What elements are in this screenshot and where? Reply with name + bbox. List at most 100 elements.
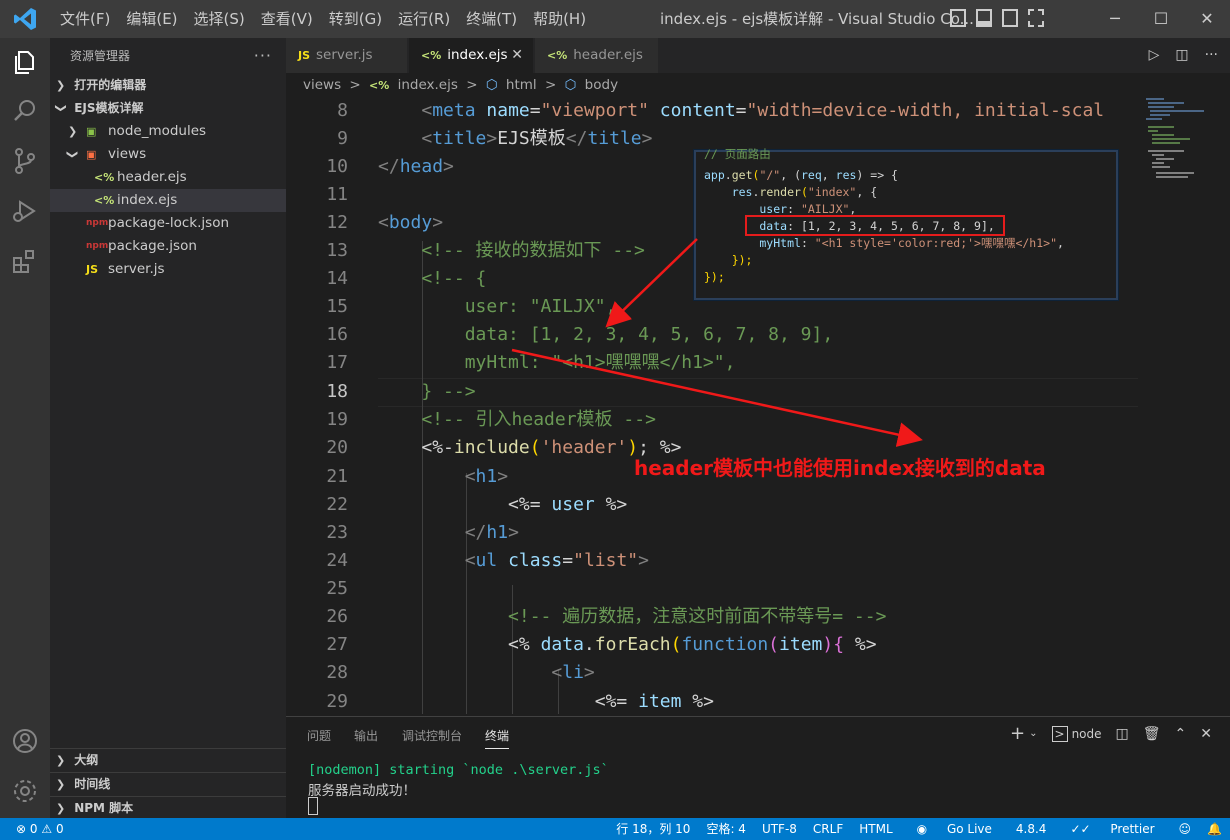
- explorer-header: 资源管理器 ···: [50, 38, 286, 74]
- code-token: (: [768, 634, 780, 655]
- code-token: render: [759, 185, 801, 199]
- breadcrumb-html[interactable]: html: [506, 77, 537, 93]
- breadcrumb-file[interactable]: index.ejs: [398, 77, 458, 93]
- code-token: h1: [475, 466, 498, 487]
- tab-server-js[interactable]: JS server.js: [286, 38, 408, 73]
- code-token: ,: [1057, 236, 1064, 250]
- tab-header-ejs[interactable]: <% header.ejs: [535, 38, 659, 73]
- split-editor-icon[interactable]: ◫: [1175, 38, 1188, 73]
- tree-item-package-json[interactable]: npm package.json: [50, 235, 286, 258]
- chevron-down-icon[interactable]: ⌄: [1029, 728, 1037, 739]
- tree-item-node-modules[interactable]: ❯ ▣ node_modules: [50, 120, 286, 143]
- indentation[interactable]: 空格: 4: [698, 818, 754, 840]
- tree-item-views[interactable]: ❯ ▣ views: [50, 143, 286, 166]
- tab-output[interactable]: 输出: [354, 727, 378, 744]
- source-control-icon[interactable]: [10, 146, 40, 176]
- tree-item-server-js[interactable]: JS server.js: [50, 258, 286, 281]
- tab-label: server.js: [316, 47, 373, 63]
- code-token: >: [638, 550, 649, 571]
- code-token: .: [724, 168, 732, 182]
- timeline-section[interactable]: ❯ 时间线: [50, 772, 286, 796]
- tree-item-package-lock[interactable]: npm package-lock.json: [50, 212, 286, 235]
- code-token: "viewport": [540, 100, 649, 121]
- code-token: %>: [594, 494, 628, 515]
- menu-view[interactable]: 查看(V): [253, 0, 321, 38]
- tab-debug-console[interactable]: 调试控制台: [402, 727, 462, 744]
- menu-edit[interactable]: 编辑(E): [118, 0, 185, 38]
- trash-icon[interactable]: 🗑: [1143, 726, 1161, 742]
- extensions-icon[interactable]: [10, 246, 40, 276]
- tree-item-header-ejs[interactable]: <% header.ejs: [50, 166, 286, 189]
- tree-item-index-ejs[interactable]: <% index.ejs: [50, 189, 286, 212]
- line-number: 27: [326, 634, 348, 655]
- new-terminal-icon[interactable]: +: [1010, 723, 1025, 744]
- project-section[interactable]: ❯ EJS模板详解: [50, 97, 286, 120]
- code-token: , {: [856, 185, 878, 199]
- npm-scripts-section[interactable]: ❯ NPM 脚本: [50, 796, 286, 820]
- menu-terminal[interactable]: 终端(T): [458, 0, 525, 38]
- tree-item-label: index.ejs: [117, 192, 178, 208]
- account-icon[interactable]: [10, 726, 40, 756]
- customize-layout-icon[interactable]: [1028, 9, 1044, 27]
- manage-gear-icon[interactable]: [10, 776, 40, 806]
- outline-section[interactable]: ❯ 大纲: [50, 748, 286, 772]
- open-editors-section[interactable]: ❯ 打开的编辑器: [50, 74, 286, 97]
- vertical-scrollbar[interactable]: [1220, 97, 1230, 714]
- ejs-file-icon: <%: [369, 79, 390, 92]
- toggle-panel-icon[interactable]: [976, 9, 992, 27]
- snippet-line-1: app.get("/", (req, res) => {: [704, 167, 898, 184]
- menu-selection[interactable]: 选择(S): [186, 0, 253, 38]
- prettier-button[interactable]: ✓✓ Prettier: [1054, 818, 1170, 840]
- end-of-line[interactable]: CRLF: [805, 818, 851, 840]
- feedback-icon[interactable]: ☺: [1171, 818, 1200, 840]
- explorer-icon[interactable]: [10, 48, 40, 78]
- toggle-secondary-sidebar-icon[interactable]: [1002, 9, 1018, 27]
- tab-terminal[interactable]: 终端: [485, 727, 510, 749]
- go-live-button[interactable]: ◉ Go Live: [901, 818, 1008, 840]
- layout-controls: [950, 9, 1044, 27]
- tree-item-label: views: [108, 146, 147, 162]
- more-actions-icon[interactable]: ···: [254, 38, 272, 74]
- run-play-icon[interactable]: ▷: [1149, 38, 1160, 73]
- menu-file[interactable]: 文件(F): [52, 0, 118, 38]
- explorer-title: 资源管理器: [70, 49, 131, 63]
- code-token: ){: [822, 634, 845, 655]
- minimize-button[interactable]: ─: [1092, 0, 1138, 38]
- close-panel-icon[interactable]: ✕: [1200, 726, 1212, 742]
- encoding[interactable]: UTF-8: [754, 818, 805, 840]
- menu-help[interactable]: 帮助(H): [525, 0, 594, 38]
- toggle-primary-sidebar-icon[interactable]: [950, 9, 966, 27]
- language-mode[interactable]: HTML: [851, 818, 900, 840]
- terminal-shell-name[interactable]: node: [1072, 727, 1102, 741]
- code-token: "list": [573, 550, 639, 571]
- code-token: res: [835, 168, 857, 182]
- notifications-bell-icon[interactable]: 🔔: [1199, 818, 1230, 840]
- maximize-button[interactable]: ☐: [1138, 0, 1184, 38]
- split-terminal-icon[interactable]: ◫: [1116, 726, 1129, 742]
- search-icon[interactable]: [10, 96, 40, 126]
- run-debug-icon[interactable]: [10, 196, 40, 226]
- code-token: class: [497, 550, 563, 571]
- problems-status[interactable]: ⊗ 0 ⚠ 0: [16, 818, 64, 840]
- cursor-position[interactable]: 行 18，列 10: [608, 818, 698, 840]
- more-actions-icon[interactable]: ···: [1205, 38, 1218, 73]
- close-button[interactable]: ✕: [1184, 0, 1230, 38]
- bottom-panel: 问题 输出 调试控制台 终端 + ⌄ > node ◫ 🗑 ⌃ ✕ [nodem…: [286, 716, 1230, 819]
- views-folder-icon: ▣: [86, 148, 97, 161]
- menu-run[interactable]: 运行(R): [390, 0, 458, 38]
- line-number: 20: [326, 437, 348, 458]
- code-token: <: [421, 100, 433, 121]
- tab-problems[interactable]: 问题: [307, 727, 331, 744]
- menu-go[interactable]: 转到(G): [321, 0, 390, 38]
- code-token: item: [627, 691, 682, 712]
- breadcrumb-body[interactable]: body: [585, 77, 618, 93]
- chevron-up-icon[interactable]: ⌃: [1175, 726, 1187, 742]
- code-token: =: [529, 100, 541, 121]
- breadcrumb-views[interactable]: views: [303, 77, 341, 93]
- close-tab-icon[interactable]: ✕: [511, 38, 523, 73]
- minimap[interactable]: [1144, 97, 1218, 197]
- tab-index-ejs[interactable]: <% index.ejs ✕: [409, 38, 534, 73]
- version-label[interactable]: 4.8.4: [1008, 818, 1055, 840]
- terminal-icon: >: [1051, 725, 1068, 742]
